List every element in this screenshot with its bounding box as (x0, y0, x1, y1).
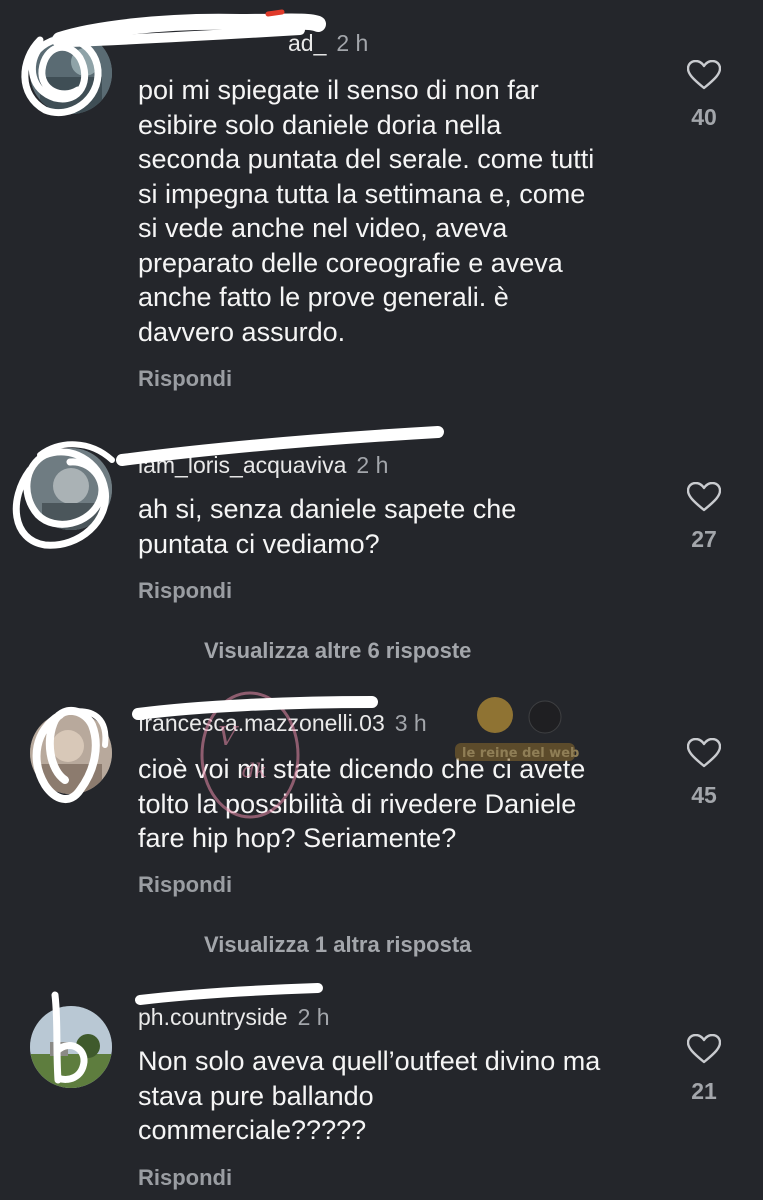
heart-icon[interactable] (687, 1034, 721, 1064)
comment-item: ad_ 2 h poi mi spiegate il senso di non f… (0, 0, 763, 420)
like-control[interactable]: 45 (684, 738, 724, 809)
like-count: 21 (691, 1078, 717, 1104)
comment-username[interactable]: ad_ 2 h (138, 30, 368, 57)
comment-username[interactable]: ph.countryside 2 h (138, 1004, 330, 1031)
reply-button[interactable]: Rispondi (138, 578, 232, 604)
comment-time: 2 h (297, 1004, 330, 1030)
heart-icon[interactable] (687, 60, 721, 90)
comment-username[interactable]: lam_loris_acquaviva 2 h (138, 452, 388, 479)
like-count: 45 (691, 782, 717, 808)
reply-button[interactable]: Rispondi (138, 366, 232, 392)
reply-button[interactable]: Rispondi (138, 872, 232, 898)
comment-time: 3 h (394, 710, 427, 736)
reply-button[interactable]: Rispondi (138, 1165, 232, 1191)
comment-text-line: anche fatto le prove generali. è (138, 282, 509, 312)
comment-time: 2 h (356, 452, 389, 478)
view-more-replies-button[interactable]: Visualizza 1 altra risposta (204, 932, 471, 958)
comment-text-line: esibire solo daniele doria nella (138, 109, 502, 140)
heart-icon[interactable] (687, 738, 721, 768)
comment-text-line: puntata ci vediamo? (138, 528, 380, 559)
username-text[interactable]: lam_loris_acquaviva (138, 452, 346, 478)
comments-screen: ad_ 2 h poi mi spiegate il senso di non f… (0, 0, 763, 1200)
comment-text-line: davvero assurdo. (138, 316, 346, 347)
avatar[interactable] (30, 712, 112, 794)
comment-text-line: preparato delle coreografie e aveva (138, 247, 563, 278)
comment-text: ah si, senza daniele sapete che puntata … (138, 492, 668, 561)
like-control[interactable]: 27 (684, 482, 724, 553)
avatar[interactable] (30, 32, 112, 114)
username-text[interactable]: francesca.mazzonelli.03 (138, 710, 385, 736)
avatar[interactable] (30, 1006, 112, 1088)
comment-text: poi mi spiegate il senso di non far esib… (138, 73, 668, 349)
comment-text-line: ah si, senza daniele sapete che (138, 494, 517, 524)
comment-item: ph.countryside 2 h Non solo aveva quell’o… (0, 990, 763, 1200)
like-control[interactable]: 40 (684, 60, 724, 131)
comment-text-line: si vede anche nel video, aveva (138, 213, 508, 243)
comment-text-line: commerciale????? (138, 1115, 367, 1145)
comment-text-line: cioè voi mi state dicendo che ci avete (138, 754, 586, 784)
comment-text-line: fare hip hop? Seriamente? (138, 823, 457, 853)
like-control[interactable]: 21 (684, 1034, 724, 1105)
heart-icon[interactable] (687, 482, 721, 512)
username-text[interactable]: ph.countryside (138, 1004, 288, 1030)
like-count: 27 (691, 526, 717, 552)
username-visible-fragment[interactable]: ad_ (288, 30, 326, 56)
like-count: 40 (691, 104, 717, 130)
comment-item: francesca.mazzonelli.03 3 h cioè voi mi s… (0, 700, 763, 910)
comment-text: cioè voi mi state dicendo che ci avete t… (138, 752, 668, 856)
comment-text-line: Non solo aveva quell’outfeet divino ma (138, 1046, 601, 1076)
comment-text-line: stava pure ballando (138, 1080, 374, 1111)
comment-text-line: si impegna tutta la settimana e, come (138, 178, 586, 209)
comment-time: 2 h (336, 30, 369, 56)
comment-username[interactable]: francesca.mazzonelli.03 3 h (138, 710, 427, 737)
avatar[interactable] (30, 448, 112, 530)
comment-text-line: seconda puntata del serale. come tutti (138, 144, 595, 174)
comment-text-line: poi mi spiegate il senso di non far (138, 75, 539, 105)
comment-item: lam_loris_acquaviva 2 h ah si, senza dani… (0, 420, 763, 620)
comment-text-line: tolto la possibilità di rivedere Daniele (138, 788, 577, 819)
view-more-replies-button[interactable]: Visualizza altre 6 risposte (204, 638, 471, 664)
comment-text: Non solo aveva quell’outfeet divino ma s… (138, 1044, 668, 1148)
